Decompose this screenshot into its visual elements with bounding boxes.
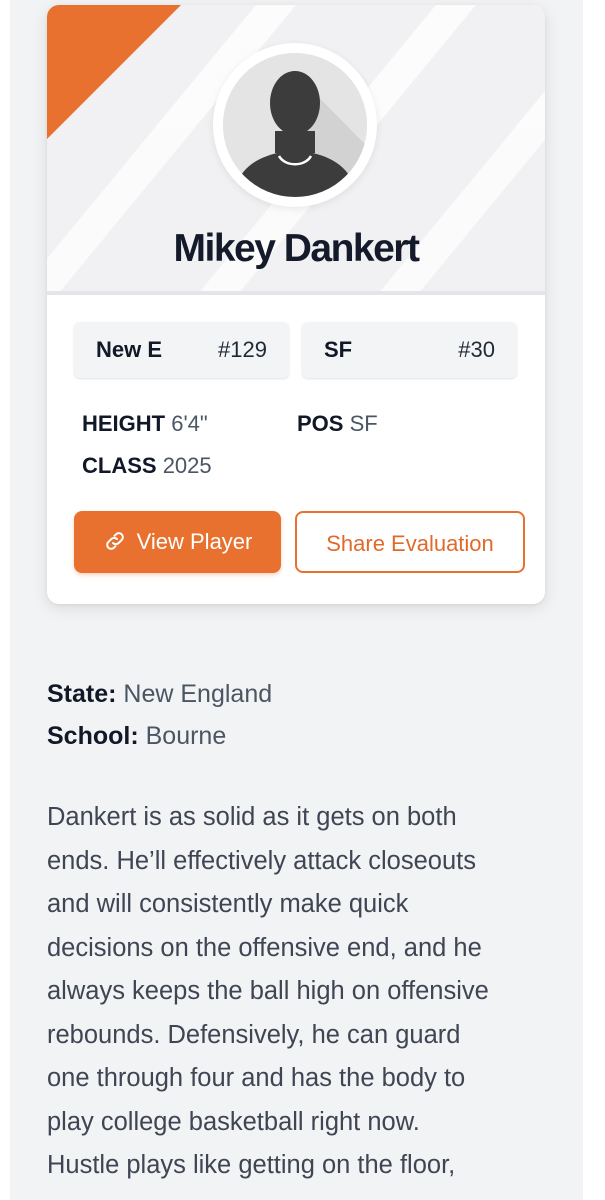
class-value: 2025 xyxy=(162,453,212,478)
bio-line: always keeps the ball high on offensive xyxy=(47,977,489,1005)
class-attribute: CLASS 2025 xyxy=(82,453,212,479)
position-attribute: POS SF xyxy=(297,411,378,437)
position-rank-value: #30 xyxy=(458,337,495,362)
team-rank-value: #129 xyxy=(218,337,267,362)
share-evaluation-button[interactable]: Share Evaluation xyxy=(295,511,525,573)
pos-value: SF xyxy=(349,411,378,436)
position-rank-label: SF xyxy=(324,337,353,362)
bio-line: ends. He’ll effectively attack closeouts xyxy=(47,846,476,875)
bio-line: decisions on the offensive end, and he xyxy=(47,933,482,962)
view-player-button[interactable]: View Player xyxy=(74,511,281,573)
bio-line: Dankert is as solid as it gets on both xyxy=(47,803,457,831)
bio-line: and will consistently make quick xyxy=(47,890,409,918)
team-rank-label: New E xyxy=(96,337,163,362)
card-header: Mikey Dankert xyxy=(47,5,545,291)
bio-line: play college basketball right now. xyxy=(47,1107,420,1136)
bio-line: rebounds. Defensively, he can guard xyxy=(47,1020,461,1049)
link-icon xyxy=(105,532,124,550)
header-corner-accent xyxy=(47,5,181,139)
position-rank-badge: SF #30 xyxy=(302,322,517,378)
bio-line: one through four and has the body to xyxy=(47,1064,466,1092)
header-divider xyxy=(47,291,545,295)
height-label: HEIGHT xyxy=(82,411,166,436)
pos-label: POS xyxy=(297,411,344,436)
bio-text: Dankert is as solid as it gets on both e… xyxy=(47,796,557,1188)
avatar xyxy=(213,43,377,207)
height-value: 6'4" xyxy=(171,411,208,436)
school-value: Bourne xyxy=(145,722,227,750)
height-attribute: HEIGHT 6'4" xyxy=(82,411,208,437)
state-label: State: xyxy=(47,680,117,708)
state-value: New England xyxy=(123,680,273,708)
bio-line: Hustle plays like getting on the floor, xyxy=(47,1151,456,1179)
class-label: CLASS xyxy=(82,453,157,478)
school-label: School: xyxy=(47,722,139,750)
silhouette-avatar-icon xyxy=(223,53,367,197)
state-info: State: New England xyxy=(47,680,272,709)
player-name: Mikey Dankert xyxy=(173,227,420,270)
team-rank-badge: New E #129 xyxy=(74,322,289,378)
player-card: Mikey Dankert New E #129 SF #30 HEIGHT 6… xyxy=(47,5,545,604)
school-info: School: Bourne xyxy=(47,722,226,751)
view-player-label: View Player xyxy=(136,529,253,554)
